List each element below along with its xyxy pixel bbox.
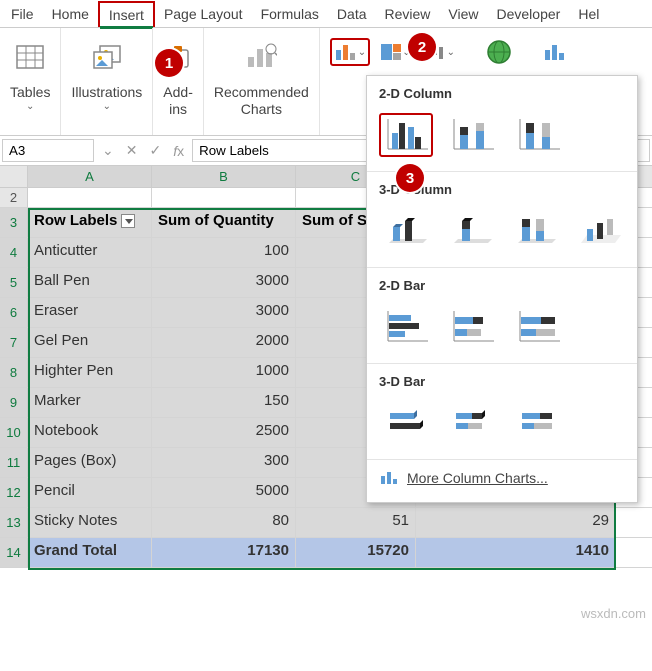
column-chart-icon — [379, 470, 399, 486]
namebox-caret-icon[interactable]: ⌄ — [96, 142, 120, 159]
clustered-column-option[interactable] — [379, 113, 433, 157]
group-recommended-charts[interactable]: Recommended Charts — [204, 28, 320, 135]
header-cell[interactable]: Row Labels — [28, 208, 152, 237]
group-addins[interactable]: Add- ins — [153, 28, 204, 135]
pivotchart-button[interactable] — [539, 38, 571, 66]
menu-file[interactable]: File — [2, 2, 43, 26]
stacked-column-option[interactable] — [445, 113, 499, 157]
menu-insert[interactable]: Insert — [98, 1, 155, 27]
select-all-corner[interactable] — [0, 166, 28, 187]
filter-dropdown-icon[interactable] — [121, 214, 135, 228]
100-stacked-column-option[interactable] — [511, 113, 565, 157]
callout-1: 1 — [155, 49, 183, 77]
group-tables[interactable]: Tables ⌄ — [0, 28, 61, 135]
caret-icon: ⌄ — [103, 101, 111, 112]
illustrations-label: Illustrations — [71, 84, 142, 101]
col-A[interactable]: A — [28, 166, 152, 187]
group-illustrations[interactable]: Illustrations ⌄ — [61, 28, 153, 135]
more-column-charts[interactable]: More Column Charts... — [367, 459, 637, 496]
3d-stacked-column-option[interactable] — [444, 209, 497, 253]
menu-help[interactable]: Hel — [569, 2, 608, 26]
col-B[interactable]: B — [152, 166, 296, 187]
addins-label: Add- ins — [163, 84, 193, 118]
clustered-bar-option[interactable] — [379, 305, 433, 349]
3d-clustered-bar-option[interactable] — [379, 401, 433, 445]
menu-pagelayout[interactable]: Page Layout — [155, 2, 252, 26]
menu-home[interactable]: Home — [43, 2, 98, 26]
tables-label: Tables — [10, 84, 50, 101]
watermark: wsxdn.com — [581, 606, 646, 621]
cancel-icon[interactable]: ✕ — [120, 142, 144, 159]
name-box[interactable] — [2, 139, 94, 162]
column-chart-gallery: 2-D Column 3 3-D Column 2-D Bar 3-D Bar … — [366, 75, 638, 503]
caret-icon: ⌄ — [26, 101, 34, 112]
menu-formulas[interactable]: Formulas — [252, 2, 328, 26]
tables-icon — [16, 36, 44, 78]
globe-button[interactable] — [481, 34, 517, 70]
menu-review[interactable]: Review — [376, 2, 440, 26]
section-3d-bar: 3-D Bar — [367, 364, 637, 397]
3d-column-option[interactable] — [573, 209, 626, 253]
more-charts-label: More Column Charts... — [407, 470, 548, 486]
accept-icon[interactable]: ✓ — [143, 142, 167, 159]
illustrations-icon — [92, 36, 122, 78]
fx-icon[interactable]: fx — [167, 143, 190, 159]
section-2d-column: 2-D Column — [367, 76, 637, 109]
row-header[interactable]: 3 — [0, 208, 28, 237]
menu-data[interactable]: Data — [328, 2, 376, 26]
3d-100-stacked-bar-option[interactable] — [511, 401, 565, 445]
menu-developer[interactable]: Developer — [488, 2, 570, 26]
3d-clustered-column-option[interactable] — [379, 209, 432, 253]
caret-icon: ⌄ — [358, 47, 366, 58]
recommended-charts-icon — [245, 36, 277, 78]
recommended-charts-label: Recommended Charts — [214, 84, 309, 118]
stacked-bar-option[interactable] — [445, 305, 499, 349]
menu-view[interactable]: View — [439, 2, 487, 26]
3d-stacked-bar-option[interactable] — [445, 401, 499, 445]
header-cell[interactable]: Sum of Quantity — [152, 208, 296, 237]
100-stacked-bar-option[interactable] — [511, 305, 565, 349]
caret-icon: ⌄ — [447, 47, 455, 58]
3d-100-stacked-column-option[interactable] — [508, 209, 561, 253]
section-2d-bar: 2-D Bar — [367, 268, 637, 301]
menu-bar: File Home Insert Page Layout Formulas Da… — [0, 0, 652, 28]
callout-2: 2 — [408, 33, 436, 61]
row-header[interactable]: 2 — [0, 188, 28, 207]
callout-3: 3 — [396, 164, 424, 192]
column-chart-button[interactable]: ⌄ — [330, 38, 370, 66]
